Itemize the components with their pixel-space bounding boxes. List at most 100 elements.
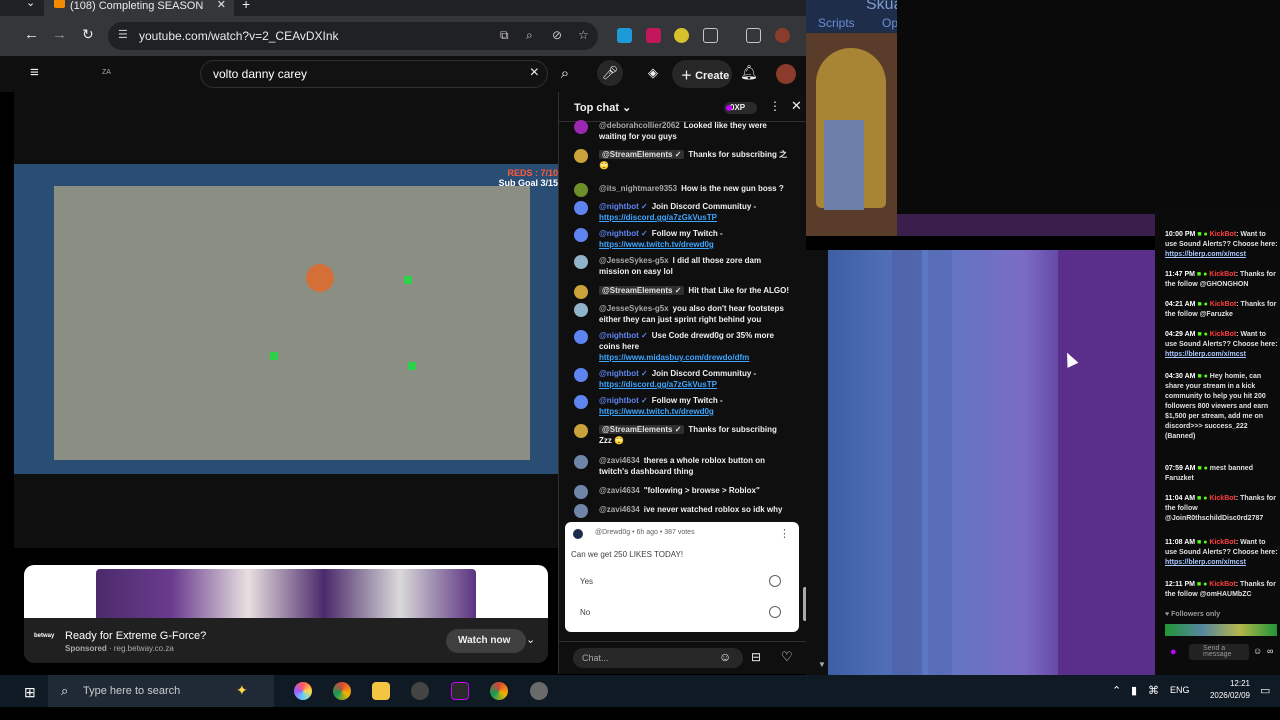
kick-message[interactable]: 04:29 AM ■ ● KickBot: Want to use Sound … xyxy=(1165,330,1279,360)
account-avatar[interactable] xyxy=(776,64,796,84)
message-author[interactable]: @nightbot ✓ xyxy=(599,396,648,405)
zoom-icon[interactable]: ⌕ xyxy=(526,28,533,43)
copilot-icon[interactable] xyxy=(294,682,312,700)
taskbar-search[interactable]: ⌕ Type here to search ✦ xyxy=(48,675,274,707)
kick-username[interactable]: KickBot xyxy=(1209,271,1235,278)
message-author[interactable]: @nightbot ✓ xyxy=(599,229,648,238)
media-controls-icon[interactable] xyxy=(746,28,761,43)
back-arrow-icon[interactable]: ← xyxy=(24,26,39,43)
message-link[interactable]: https://www.twitch.tv/drewd0g xyxy=(599,240,714,249)
chevron-down-icon[interactable]: ⌄ xyxy=(526,633,535,646)
message-author[interactable]: @zavi4634 xyxy=(599,456,640,465)
kick-message-link[interactable]: https://blerp.com/x/mcst xyxy=(1165,351,1246,358)
tab-list-chevron-icon[interactable]: ⌄ xyxy=(26,0,35,9)
chrome-icon[interactable] xyxy=(333,682,351,700)
message-author[interactable]: @zavi4634 xyxy=(599,505,640,514)
author-avatar[interactable] xyxy=(574,485,588,499)
author-avatar[interactable] xyxy=(574,395,588,409)
tab-close-icon[interactable]: ✕ xyxy=(217,0,226,11)
author-avatar[interactable] xyxy=(574,149,588,163)
author-avatar[interactable] xyxy=(574,504,588,518)
message-author[interactable]: @nightbot ✓ xyxy=(599,331,648,340)
video-player[interactable]: REDS : 7/10 Sub Goal 3/15 xyxy=(14,92,558,548)
kick-message[interactable]: 12:11 PM ■ ● KickBot: Thanks for the fol… xyxy=(1165,580,1279,600)
message-author[interactable]: @deborahcollier2062 xyxy=(599,121,680,130)
watch-now-button[interactable]: Watch now xyxy=(446,629,526,653)
app-icon[interactable] xyxy=(451,682,469,700)
extension-icon[interactable] xyxy=(617,28,632,43)
emote-row[interactable] xyxy=(1165,624,1277,636)
author-avatar[interactable] xyxy=(574,424,588,438)
new-tab-button[interactable]: + xyxy=(242,0,250,12)
tray-chevron-icon[interactable]: ⌃ xyxy=(1112,684,1121,697)
search-input[interactable]: volto danny carey × xyxy=(200,60,548,88)
cast-icon[interactable]: ◈ xyxy=(648,65,658,81)
message-link[interactable]: https://www.twitch.tv/drewd0g xyxy=(599,407,714,416)
message-author[interactable]: @JesseSykes-g5x xyxy=(599,304,669,313)
search-highlight-icon[interactable]: ✦ xyxy=(236,682,248,699)
menu-scripts[interactable]: Scripts xyxy=(818,16,855,30)
network-icon[interactable]: ⌘ xyxy=(1148,684,1159,697)
message-link[interactable]: https://www.midasbuy.com/drewdo/dfm xyxy=(599,353,749,362)
windows-start-icon[interactable]: ⊞ xyxy=(24,684,36,701)
message-link[interactable]: https://discord.gg/a7zGkVusTP xyxy=(599,380,717,389)
ad-card[interactable]: betway Ready for Extreme G-Force? Sponso… xyxy=(24,565,548,663)
skua-game-window[interactable] xyxy=(806,0,897,236)
file-explorer-icon[interactable] xyxy=(372,682,390,700)
kick-message-link[interactable]: https://blerp.com/x/mcst xyxy=(1165,559,1246,566)
heart-icon[interactable]: ♡ xyxy=(781,649,793,665)
message-author[interactable]: @nightbot ✓ xyxy=(599,202,648,211)
steam-icon[interactable] xyxy=(411,682,429,700)
youtube-logo[interactable]: ZA xyxy=(102,69,111,76)
poll-radio-no[interactable] xyxy=(769,606,781,618)
kick-message-link[interactable]: https://blerp.com/x/mcst xyxy=(1165,251,1246,258)
browser-tab[interactable]: (108) Completing SEASON ✕ xyxy=(44,0,234,16)
kick-message[interactable]: 11:47 PM ■ ● KickBot: Thanks for the fol… xyxy=(1165,270,1279,290)
emoji-icon[interactable]: ☺ xyxy=(719,650,731,664)
extensions-puzzle-icon[interactable] xyxy=(703,28,718,43)
kick-message[interactable]: 07:59 AM ■ ● mest banned Faruzket xyxy=(1165,464,1279,484)
microphone-icon[interactable]: 🎤︎ xyxy=(597,60,623,86)
author-avatar[interactable] xyxy=(574,368,588,382)
page-scrollbar[interactable]: ▼ xyxy=(806,250,828,675)
author-avatar[interactable] xyxy=(574,120,588,134)
super-chat-icon[interactable]: ⊟ xyxy=(751,650,761,664)
microphone-icon[interactable]: ▮ xyxy=(1131,684,1137,697)
message-author[interactable]: @nightbot ✓ xyxy=(599,369,648,378)
kick-message[interactable]: 10:00 PM ■ ● KickBot: Want to use Sound … xyxy=(1165,230,1279,260)
message-author[interactable]: @its_nightmare9353 xyxy=(599,184,677,193)
xp-badge[interactable]: 0XP xyxy=(724,102,757,114)
kick-username[interactable]: KickBot xyxy=(1209,581,1235,588)
app-icon[interactable] xyxy=(530,682,548,700)
more-options-icon[interactable]: ⋮ xyxy=(769,99,781,113)
message-author[interactable]: @JesseSykes-g5x xyxy=(599,256,669,265)
reload-icon[interactable]: ↻ xyxy=(82,26,94,43)
message-author[interactable]: @zavi4634 xyxy=(599,486,640,495)
author-avatar[interactable] xyxy=(574,303,588,317)
kick-message[interactable]: 11:04 AM ■ ● KickBot: Thanks for the fol… xyxy=(1165,494,1279,524)
kick-username[interactable]: KickBot xyxy=(1209,539,1235,546)
create-button[interactable]: ＋ Create xyxy=(672,60,732,88)
taskbar-clock[interactable]: 12:21 2026/02/09 xyxy=(1200,678,1250,702)
message-link[interactable]: https://discord.gg/a7zGkVusTP xyxy=(599,213,717,222)
author-avatar[interactable] xyxy=(574,201,588,215)
scroll-down-arrow-icon[interactable]: ▼ xyxy=(818,660,826,669)
menu-options[interactable]: Op xyxy=(882,16,898,30)
kick-username[interactable]: KickBot xyxy=(1210,301,1236,308)
clear-search-icon[interactable]: × xyxy=(530,64,539,82)
kick-message[interactable]: 04:21 AM ■ ● KickBot: Thanks for the fol… xyxy=(1165,300,1279,320)
poll-card[interactable]: @Drewd0g • 6h ago • 387 votes ⋮ Can we g… xyxy=(565,522,799,632)
language-indicator[interactable]: ENG xyxy=(1170,685,1190,695)
ad-banner-image[interactable] xyxy=(24,565,548,618)
profile-avatar[interactable] xyxy=(775,28,790,43)
author-avatar[interactable] xyxy=(574,228,588,242)
poll-radio-yes[interactable] xyxy=(769,575,781,587)
eye-off-icon[interactable]: ⊘ xyxy=(552,28,562,42)
notification-center-icon[interactable]: ▭ xyxy=(1260,684,1270,697)
kick-message[interactable]: 11:08 AM ■ ● KickBot: Want to use Sound … xyxy=(1165,538,1279,568)
close-chat-icon[interactable]: ✕ xyxy=(791,98,802,114)
poll-option-no[interactable]: No xyxy=(580,608,590,617)
forward-arrow-icon[interactable]: → xyxy=(52,26,67,43)
chrome-profile-icon[interactable] xyxy=(490,682,508,700)
poll-more-icon[interactable]: ⋮ xyxy=(779,527,790,540)
